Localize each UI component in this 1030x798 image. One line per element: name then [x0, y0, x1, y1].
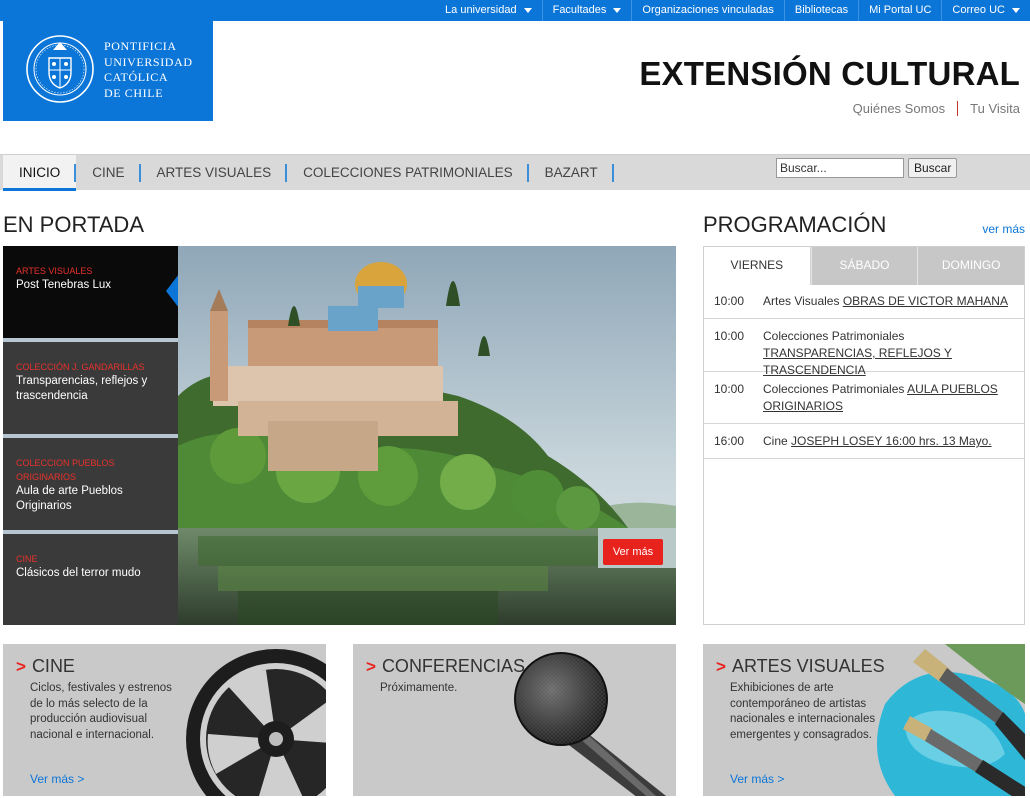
main-nav: INICIO CINE ARTES VISUALES COLECCIONES P…	[0, 154, 1030, 191]
feature-item[interactable]: ARTES VISUALES Post Tenebras Lux	[3, 246, 179, 338]
tab-sabado[interactable]: SÁBADO	[810, 247, 918, 285]
quienes-somos-link[interactable]: Quiénes Somos	[841, 101, 958, 116]
card-title: > CINE	[16, 656, 75, 676]
event-row: 10:00 Artes Visuales OBRAS DE VICTOR MAH…	[714, 294, 1008, 308]
nav-item-artes-visuales[interactable]: ARTES VISUALES	[141, 155, 288, 191]
feature-painting-image[interactable]	[178, 246, 676, 625]
topnav-facultades[interactable]: Facultades	[541, 0, 632, 21]
card-title: > CONFERENCIAS	[366, 656, 525, 676]
logo-text: PONTIFICIA UNIVERSIDAD CATÓLICA DE CHILE	[104, 39, 193, 100]
event-row: 10:00 Colecciones Patrimoniales TRANSPAR…	[704, 318, 1024, 377]
chevron-down-icon	[523, 8, 532, 13]
feature-item[interactable]: COLECCIÓN J. GANDARILLAS Transparencias,…	[3, 342, 178, 434]
university-logo[interactable]: PONTIFICIA UNIVERSIDAD CATÓLICA DE CHILE	[3, 21, 213, 121]
nav-item-inicio[interactable]: INICIO	[3, 155, 77, 191]
topnav-correo[interactable]: Correo UC	[941, 0, 1030, 21]
event-row: 16:00 Cine JOSEPH LOSEY 16:00 hrs. 13 Ma…	[704, 423, 1024, 459]
event-list: 10:00 Artes Visuales OBRAS DE VICTOR MAH…	[704, 285, 1024, 459]
chevron-right-icon: >	[16, 656, 26, 676]
top-bar: La universidad Facultades Organizaciones…	[0, 0, 1030, 21]
nav-item-cine[interactable]: CINE	[76, 155, 141, 191]
topnav-organizaciones[interactable]: Organizaciones vinculadas	[631, 0, 783, 21]
event-link[interactable]: OBRAS DE VICTOR MAHANA	[843, 294, 1008, 308]
tab-viernes[interactable]: VIERNES	[704, 247, 811, 285]
event-link[interactable]: JOSEPH LOSEY 16:00 hrs. 13 Mayo.	[791, 434, 992, 448]
card-title: > ARTES VISUALES	[716, 656, 885, 676]
tab-domingo[interactable]: DOMINGO	[917, 247, 1025, 285]
header-links: Quiénes Somos Tu Visita	[841, 101, 1020, 116]
card-ver-mas-link[interactable]: Ver más >	[30, 772, 84, 786]
chevron-right-icon: >	[366, 656, 376, 676]
chevron-down-icon	[1012, 8, 1020, 13]
nav-item-bazart[interactable]: BAZART	[529, 155, 614, 191]
microphone-icon	[514, 652, 666, 796]
university-seal-icon	[26, 35, 94, 103]
chevron-right-icon: >	[716, 656, 726, 676]
card-cine[interactable]: > CINE Ciclos, festivales y estrenos de l…	[3, 644, 326, 796]
chevron-down-icon	[613, 8, 622, 13]
site-title: EXTENSIÓN CULTURAL	[639, 55, 1020, 92]
nav-item-colecciones[interactable]: COLECCIONES PATRIMONIALES	[287, 155, 529, 191]
topnav-mi-portal[interactable]: Mi Portal UC	[858, 0, 941, 21]
programacion-panel: VIERNES SÁBADO DOMINGO 10:00 Artes Visua…	[703, 246, 1025, 625]
tu-visita-link[interactable]: Tu Visita	[957, 101, 1020, 116]
top-nav: La universidad Facultades Organizaciones…	[435, 0, 1030, 21]
card-description: Próximamente.	[380, 682, 458, 694]
search-input[interactable]	[776, 158, 904, 178]
day-tabs: VIERNES SÁBADO DOMINGO	[704, 247, 1025, 285]
card-artes-visuales[interactable]: > ARTES VISUALES Exhibiciones de arte con…	[703, 644, 1025, 796]
programacion-ver-mas-link[interactable]: ver más	[982, 222, 1025, 236]
search-form: Buscar	[776, 158, 958, 178]
card-conferencias[interactable]: > CONFERENCIAS Próximamente.	[353, 644, 676, 796]
feature-item[interactable]: CINE Clásicos del terror mudo	[3, 534, 178, 625]
search-button[interactable]: Buscar	[908, 158, 958, 178]
feature-ver-mas-button[interactable]: Ver más	[603, 539, 663, 565]
card-description: Ciclos, festivales y estrenos de lo más …	[30, 682, 172, 741]
card-description: Exhibiciones de arte contemporáneo de ar…	[730, 682, 876, 741]
topnav-bibliotecas[interactable]: Bibliotecas	[783, 0, 858, 21]
card-ver-mas-link[interactable]: Ver más >	[730, 772, 784, 786]
feature-list: ARTES VISUALES Post Tenebras Lux COLECCI…	[3, 246, 179, 625]
main-nav-items: INICIO CINE ARTES VISUALES COLECCIONES P…	[3, 155, 614, 191]
topnav-la-universidad[interactable]: La universidad	[435, 0, 542, 21]
programacion-heading: PROGRAMACIÓN	[703, 212, 887, 237]
en-portada-heading: EN PORTADA	[3, 212, 144, 237]
feature-item[interactable]: COLECCION PUEBLOS ORIGINARIOS Aula de ar…	[3, 438, 178, 530]
feature-slider: ARTES VISUALES Post Tenebras Lux COLECCI…	[3, 246, 676, 625]
